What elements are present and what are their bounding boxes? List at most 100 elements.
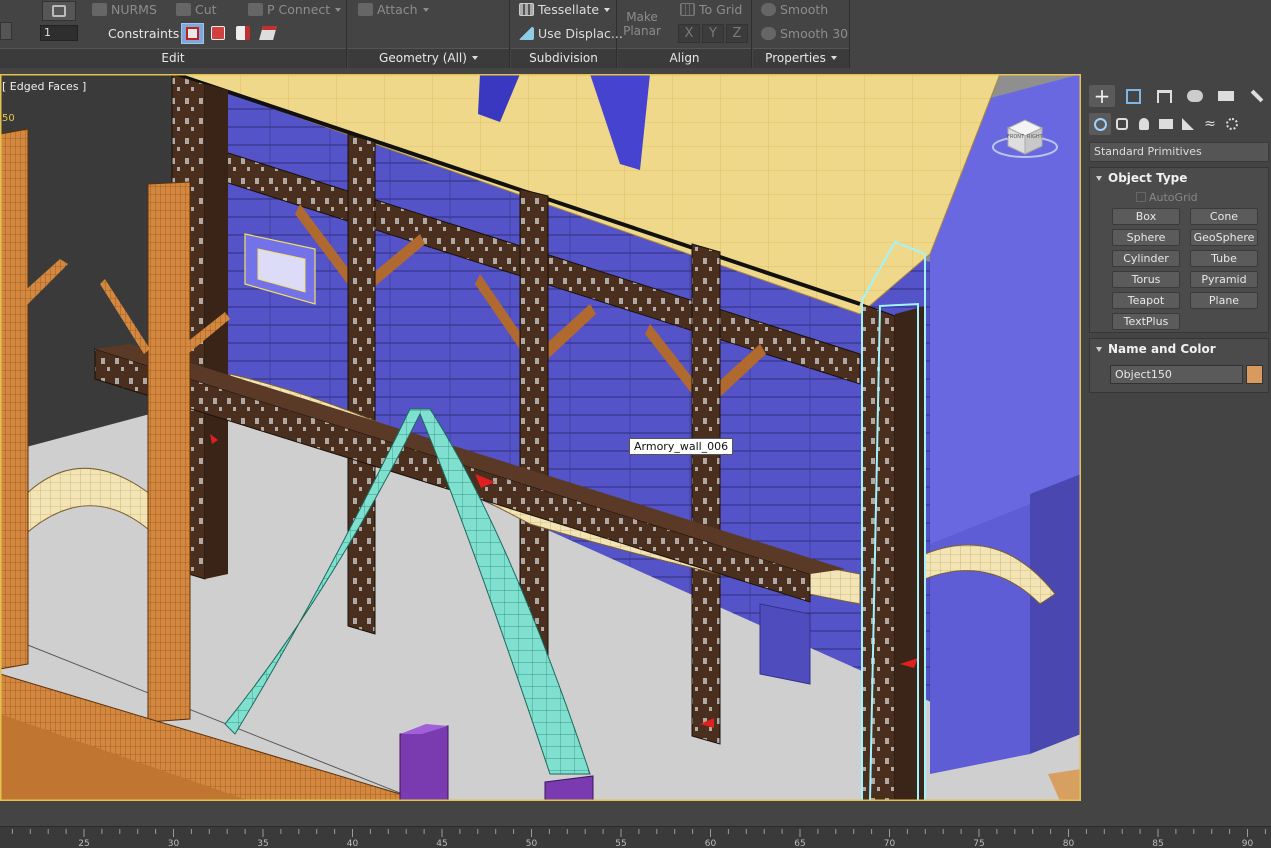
spinner-value: 1 bbox=[44, 26, 51, 39]
systems-category[interactable] bbox=[1221, 113, 1243, 135]
scene-render bbox=[0, 74, 1081, 801]
lights-category[interactable] bbox=[1133, 113, 1155, 135]
object-tooltip: Armory_wall_006 bbox=[629, 438, 734, 455]
cone-button[interactable]: Cone bbox=[1190, 208, 1258, 225]
plane-button[interactable]: Plane bbox=[1190, 292, 1258, 309]
edit-group: 1 NURMS Cut P Connect Constraints: Edit bbox=[0, 0, 347, 68]
ruler-label: 25 bbox=[78, 839, 90, 848]
constraint-normal-icon bbox=[258, 26, 277, 40]
wrench-icon bbox=[1250, 89, 1264, 103]
ruler-label: 65 bbox=[794, 839, 806, 848]
command-panel-tabs: + bbox=[1087, 83, 1271, 109]
subdivision-group: Tessellate Use Displac... Subdivision bbox=[511, 0, 623, 68]
plus-icon: + bbox=[1093, 84, 1111, 108]
properties-group: Smooth Smooth 30 Properties bbox=[753, 0, 850, 68]
ruler-label: 50 bbox=[525, 839, 538, 848]
nurms-button[interactable]: NURMS bbox=[92, 2, 157, 18]
constraint-face-icon bbox=[235, 26, 250, 40]
space-warp-icon: ≈ bbox=[1204, 116, 1216, 132]
ribbon-scroll-handle[interactable] bbox=[0, 22, 12, 40]
hierarchy-icon bbox=[1156, 89, 1172, 103]
systems-icon bbox=[1226, 118, 1238, 130]
object-type-header[interactable]: Object Type bbox=[1090, 168, 1268, 188]
constraint-face-button[interactable] bbox=[231, 23, 254, 44]
edit-group-footer: Edit bbox=[0, 48, 346, 68]
utilities-tab[interactable] bbox=[1244, 85, 1270, 107]
object-color-swatch[interactable] bbox=[1246, 365, 1263, 384]
cylinder-button[interactable]: Cylinder bbox=[1112, 250, 1180, 267]
smooth-button[interactable]: Smooth bbox=[761, 2, 828, 18]
constraint-edge-button[interactable] bbox=[206, 23, 229, 44]
displace-icon bbox=[519, 27, 534, 40]
create-tab[interactable]: + bbox=[1089, 85, 1115, 107]
repeat-last-button[interactable] bbox=[42, 1, 76, 21]
name-and-color-header[interactable]: Name and Color bbox=[1090, 339, 1268, 359]
autogrid-checkbox[interactable]: AutoGrid bbox=[1136, 191, 1198, 204]
use-displacement-button[interactable]: Use Displac... bbox=[519, 26, 623, 42]
ruler-label: 85 bbox=[1152, 839, 1164, 848]
smooth-icon bbox=[761, 3, 776, 16]
ruler-label: 40 bbox=[346, 839, 359, 848]
ruler-label: 60 bbox=[704, 839, 717, 848]
object-name-field[interactable]: Object150 bbox=[1110, 365, 1243, 384]
constraint-normal-button[interactable] bbox=[256, 23, 279, 44]
time-ruler[interactable]: 25 30 35 40 45 50 55 60 65 70 75 80 85 90 bbox=[0, 826, 1271, 848]
teapot-button[interactable]: Teapot bbox=[1112, 292, 1180, 309]
constraint-none-icon bbox=[186, 27, 199, 40]
attach-button[interactable]: Attach bbox=[358, 2, 429, 18]
tube-button[interactable]: Tube bbox=[1190, 250, 1258, 267]
textplus-button[interactable]: TextPlus bbox=[1112, 313, 1180, 330]
align-x-button[interactable]: X bbox=[678, 24, 700, 43]
torus-button[interactable]: Torus bbox=[1112, 271, 1180, 288]
checkbox-box bbox=[1136, 192, 1146, 202]
cameras-category[interactable] bbox=[1155, 113, 1177, 135]
motion-tab[interactable] bbox=[1182, 85, 1208, 107]
constraint-none-button[interactable] bbox=[181, 23, 204, 44]
sphere-button[interactable]: Sphere bbox=[1112, 229, 1180, 246]
helpers-category[interactable] bbox=[1177, 113, 1199, 135]
attach-icon bbox=[358, 3, 373, 16]
space-warps-category[interactable]: ≈ bbox=[1199, 113, 1221, 135]
display-tab[interactable] bbox=[1213, 85, 1239, 107]
viewcube[interactable]: FRONT RIGHT bbox=[990, 112, 1060, 162]
smooth30-button[interactable]: Smooth 30 bbox=[761, 26, 848, 42]
make-planar-button[interactable]: Make Planar bbox=[622, 0, 662, 46]
geosphere-button[interactable]: GeoSphere bbox=[1190, 229, 1258, 246]
align-group: Make Planar To Grid X Y Z Align bbox=[618, 0, 752, 68]
cut-button[interactable]: Cut bbox=[176, 2, 217, 18]
helper-icon bbox=[1182, 118, 1194, 130]
geometry-group-footer[interactable]: Geometry (All) bbox=[348, 48, 509, 68]
hierarchy-tab[interactable] bbox=[1151, 85, 1177, 107]
ruler-label: 90 bbox=[1241, 839, 1254, 848]
shapes-icon bbox=[1116, 118, 1128, 130]
p-connect-button[interactable]: P Connect bbox=[248, 2, 342, 18]
box-button[interactable]: Box bbox=[1112, 208, 1180, 225]
viewport-shading-label[interactable]: [ Edged Faces ] bbox=[2, 80, 86, 93]
create-categories: ≈ bbox=[1087, 111, 1271, 137]
ribbon: 1 NURMS Cut P Connect Constraints: Edit … bbox=[0, 0, 1271, 68]
constraint-edge-icon bbox=[210, 26, 225, 40]
nurms-icon bbox=[92, 3, 107, 16]
pyramid-button[interactable]: Pyramid bbox=[1190, 271, 1258, 288]
align-z-button[interactable]: Z bbox=[726, 24, 748, 43]
to-grid-button[interactable]: To Grid bbox=[680, 2, 742, 18]
perspective-viewport[interactable]: FRONT RIGHT [ Edged Faces ] 50 Armory_wa… bbox=[0, 74, 1081, 801]
align-group-footer: Align bbox=[618, 48, 751, 68]
tessellate-button[interactable]: Tessellate bbox=[519, 2, 611, 18]
geometry-category[interactable] bbox=[1089, 113, 1111, 135]
ruler-label: 75 bbox=[973, 839, 985, 848]
cut-icon bbox=[176, 3, 191, 16]
motion-icon bbox=[1187, 90, 1203, 102]
edit-spinner[interactable]: 1 bbox=[40, 25, 78, 41]
geometry-group: Attach Geometry (All) bbox=[348, 0, 510, 68]
ruler-label: 70 bbox=[883, 839, 896, 848]
viewcube-right-label: RIGHT bbox=[1027, 134, 1043, 140]
properties-group-footer[interactable]: Properties bbox=[753, 48, 849, 68]
ruler-label: 55 bbox=[615, 839, 627, 848]
modify-tab[interactable] bbox=[1120, 85, 1146, 107]
shapes-category[interactable] bbox=[1111, 113, 1133, 135]
sphere-icon bbox=[1093, 117, 1107, 131]
tessellate-icon bbox=[519, 3, 534, 16]
primitive-type-dropdown[interactable]: Standard Primitives bbox=[1089, 142, 1269, 162]
align-y-button[interactable]: Y bbox=[702, 24, 724, 43]
